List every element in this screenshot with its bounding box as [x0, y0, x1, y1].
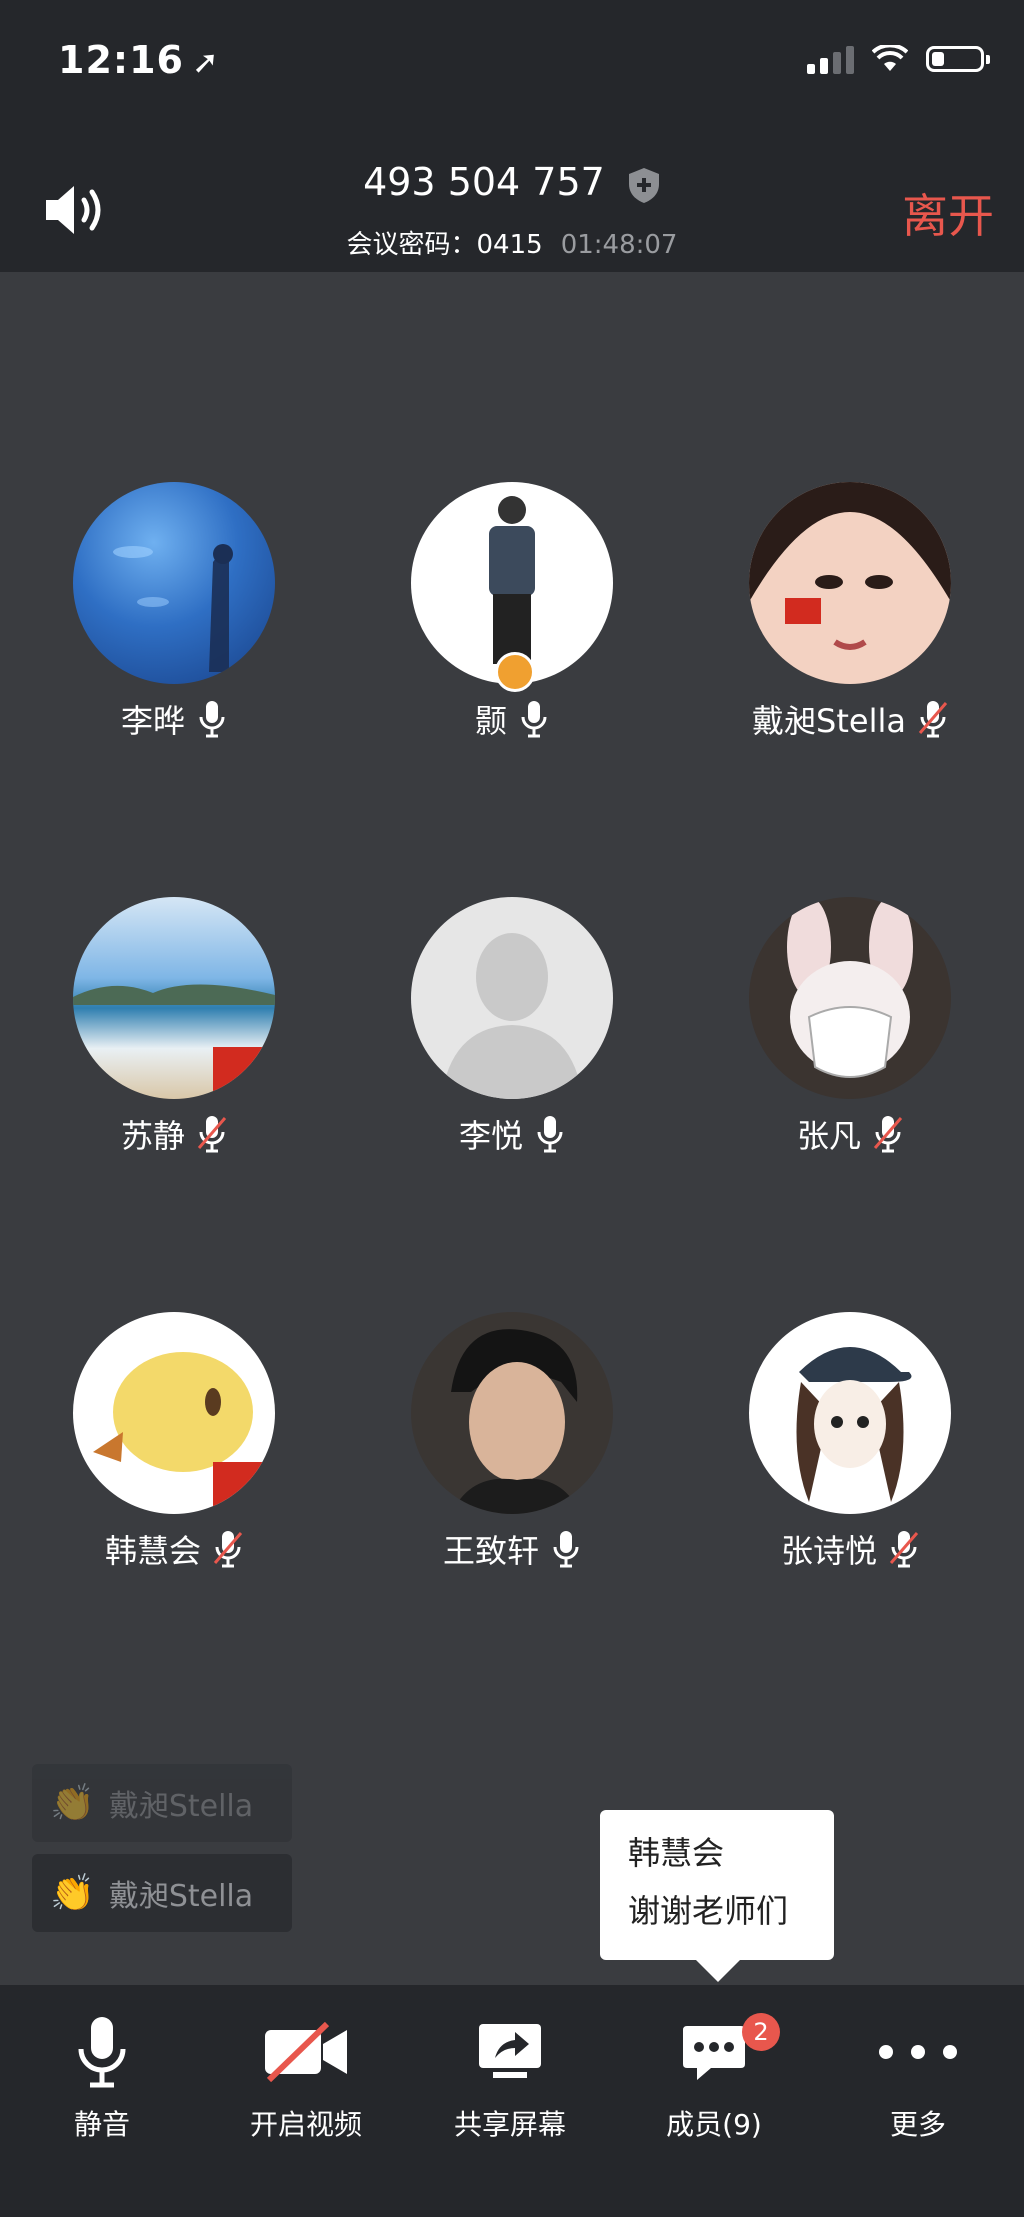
- battery-icon: [926, 46, 990, 72]
- top-bar: 12:16 ➚ 493 504 757 会议密码：0415 01:48:07 离开: [0, 0, 1024, 272]
- participant-name: 张诗悦: [780, 1532, 877, 1570]
- participant-tile[interactable]: 李晔: [4, 482, 344, 744]
- avatar-standing-person-photo: [411, 482, 613, 692]
- avatar-yellow-chick-with-flag: [73, 1312, 275, 1514]
- mute-label: 静音: [73, 2108, 130, 2141]
- members-button[interactable]: 2 成员(9): [614, 2007, 814, 2143]
- start-video-button[interactable]: 开启视频: [206, 2007, 406, 2143]
- microphone-muted-icon: [918, 701, 948, 738]
- status-indicators: [807, 44, 990, 74]
- avatar-default-icon: [411, 897, 613, 1099]
- unread-badge: 2: [742, 2013, 780, 2051]
- meeting-info: 会议密码：0415 01:48:07: [0, 224, 1024, 261]
- shield-icon: [628, 167, 659, 203]
- participant-tile[interactable]: 张凡: [680, 897, 1020, 1159]
- chat-message: 谢谢老师们: [628, 1892, 789, 1930]
- mute-button[interactable]: 静音: [2, 2007, 202, 2143]
- avatar-portrait-photo-with-flag: [749, 482, 951, 684]
- participant-name: 戴昶Stella: [752, 702, 906, 740]
- meeting-id[interactable]: 493 504 757: [0, 160, 1024, 204]
- location-arrow-icon: ➚: [191, 43, 220, 81]
- microphone-muted-icon: [873, 1116, 903, 1153]
- participant-label: 韩慧会: [4, 1524, 344, 1574]
- participant-tile[interactable]: 张诗悦: [680, 1312, 1020, 1574]
- microphone-icon: [553, 1531, 579, 1568]
- avatar-beach-photo-with-flag: [73, 897, 275, 1099]
- participant-name: 李悦: [458, 1117, 523, 1155]
- participant-name: 王致轩: [442, 1532, 539, 1570]
- share-label: 共享屏幕: [453, 2108, 566, 2141]
- wifi-icon: [872, 45, 908, 71]
- host-badge-icon: [495, 652, 535, 692]
- participant-label: 王致轩: [342, 1524, 682, 1574]
- clock-label: 12:16: [58, 38, 184, 82]
- video-label: 开启视频: [249, 2108, 362, 2141]
- participant-tile[interactable]: 颢: [342, 482, 682, 744]
- microphone-icon: [199, 701, 225, 738]
- participant-name: 苏静: [120, 1117, 185, 1155]
- chat-sender: 韩慧会: [628, 1834, 725, 1872]
- microphone-muted-icon: [213, 1531, 243, 1568]
- bottom-toolbar: 静音 开启视频 共享屏幕 2 成员(9) 更多: [0, 1985, 1024, 2217]
- avatar-aquarium-photo: [73, 482, 275, 684]
- participant-tile[interactable]: 韩慧会: [4, 1312, 344, 1574]
- avatar-cartoon-girl: [749, 1312, 951, 1514]
- microphone-muted-icon: [889, 1531, 919, 1568]
- share-screen-icon: [479, 2024, 541, 2078]
- participant-name: 李晔: [120, 702, 185, 740]
- participant-tile[interactable]: 李悦: [342, 897, 682, 1159]
- avatar-young-man-photo: [411, 1312, 613, 1514]
- microphone-icon: [521, 701, 547, 738]
- participant-label: 张凡: [680, 1109, 1020, 1159]
- more-button[interactable]: 更多: [818, 2007, 1018, 2143]
- cell-signal-icon: [807, 44, 854, 74]
- microphone-icon: [537, 1116, 563, 1153]
- participant-label: 李晔: [4, 694, 344, 744]
- participant-name: 韩慧会: [104, 1532, 201, 1570]
- reaction-toast: 👏 戴昶Stella: [32, 1854, 292, 1932]
- participant-tile[interactable]: 苏静: [4, 897, 344, 1159]
- reaction-sender: 戴昶Stella: [108, 1789, 254, 1824]
- chat-bubble-icon: [683, 2026, 745, 2080]
- reaction-sender: 戴昶Stella: [108, 1879, 254, 1914]
- meeting-id-text: 493 504 757: [363, 160, 605, 204]
- share-screen-button[interactable]: 共享屏幕: [410, 2007, 610, 2143]
- participant-label: 戴昶Stella: [680, 694, 1020, 744]
- clap-icon: 👏: [50, 1873, 95, 1914]
- leave-button[interactable]: 离开: [902, 180, 994, 246]
- meeting-timer: 01:48:07: [560, 230, 678, 260]
- more-dots-icon: [879, 2045, 957, 2059]
- participant-tile[interactable]: 戴昶Stella: [680, 482, 1020, 744]
- participant-name: 张凡: [796, 1117, 861, 1155]
- participant-label: 李悦: [342, 1109, 682, 1159]
- participant-label: 颢: [342, 694, 682, 744]
- clap-icon: 👏: [50, 1783, 95, 1824]
- members-label: 成员(9): [666, 2108, 762, 2141]
- reaction-toast: 👏 戴昶Stella: [32, 1764, 292, 1842]
- participant-name: 颢: [474, 702, 507, 740]
- more-label: 更多: [889, 2108, 946, 2141]
- chat-preview-bubble[interactable]: 韩慧会 谢谢老师们: [600, 1810, 834, 1982]
- participant-label: 苏静: [4, 1109, 344, 1159]
- participant-tile[interactable]: 王致轩: [342, 1312, 682, 1574]
- meeting-password: 会议密码：0415: [346, 230, 543, 260]
- microphone-icon: [78, 2017, 126, 2088]
- microphone-muted-icon: [197, 1116, 227, 1153]
- video-off-icon: [265, 2022, 347, 2082]
- status-time: 12:16 ➚: [58, 38, 220, 82]
- participant-label: 张诗悦: [680, 1524, 1020, 1574]
- avatar-rabbit-mask-photo: [749, 897, 951, 1099]
